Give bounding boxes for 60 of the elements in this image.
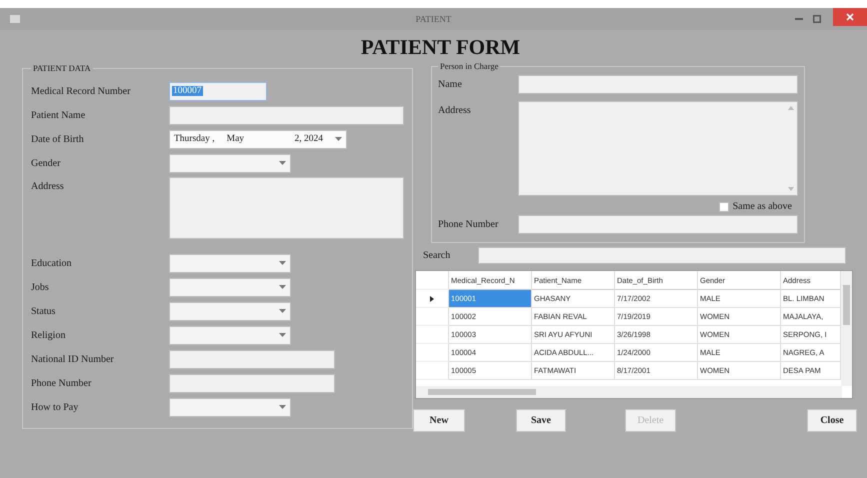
field-label: Gender — [31, 158, 62, 168]
window-icon — [10, 15, 20, 23]
dropdown-arrow-icon[interactable] — [279, 405, 286, 409]
dropdown-arrow-icon[interactable] — [279, 285, 286, 289]
dropdown[interactable] — [169, 326, 291, 344]
row-header[interactable] — [416, 308, 449, 326]
search-field[interactable] — [478, 247, 846, 264]
input-field[interactable] — [169, 106, 404, 124]
date-picker[interactable]: Thursday , May 2, 2024 — [169, 130, 347, 148]
input-field[interactable] — [169, 374, 335, 392]
current-row-icon — [430, 296, 434, 302]
field-label: How to Pay — [31, 402, 80, 412]
field-label: Address — [31, 180, 65, 192]
checkbox[interactable] — [718, 202, 729, 212]
scroll-down-icon[interactable] — [788, 187, 794, 191]
field-label: Patient Name — [31, 110, 86, 120]
search-label: Search — [423, 250, 452, 261]
dropdown-arrow-icon[interactable] — [279, 309, 286, 313]
dropdown[interactable] — [169, 254, 291, 272]
input-field[interactable] — [518, 75, 798, 94]
row-header[interactable] — [416, 344, 449, 362]
field-label: Jobs — [31, 282, 50, 292]
dropdown[interactable] — [169, 302, 291, 320]
field-label: Name — [438, 78, 463, 90]
row-header[interactable] — [416, 326, 449, 344]
field-label: Phone Number — [31, 378, 92, 388]
row-header[interactable] — [416, 362, 449, 380]
field-label: Medical Record Number — [31, 86, 132, 96]
group-title: Person in Charge — [439, 61, 500, 71]
dropdown-arrow-icon[interactable] — [279, 333, 286, 337]
scroll-up-icon[interactable] — [788, 106, 794, 110]
text-area[interactable] — [518, 101, 798, 196]
field-label: Date of Birth — [31, 134, 85, 144]
close-button[interactable]: Close — [807, 409, 857, 432]
close-icon[interactable] — [833, 8, 867, 26]
dropdown[interactable] — [169, 398, 291, 416]
checkbox-label: Same as above — [732, 201, 792, 212]
text-area[interactable] — [169, 177, 404, 239]
window-title: PATIENT — [414, 14, 452, 24]
maximize-icon[interactable] — [813, 15, 821, 23]
dropdown[interactable] — [169, 278, 291, 296]
dropdown-arrow-icon[interactable] — [335, 137, 342, 141]
field-label: Religion — [31, 330, 66, 340]
group-title: PATIENT DATA — [32, 63, 92, 73]
form-heading: PATIENT FORM — [360, 35, 522, 60]
field-label: Education — [31, 258, 73, 268]
dropdown[interactable] — [169, 154, 291, 172]
save-button[interactable]: Save — [516, 409, 566, 432]
field-label: Address — [438, 104, 472, 116]
new-button[interactable]: New — [413, 409, 465, 432]
dropdown-arrow-icon[interactable] — [279, 261, 286, 265]
input-field[interactable] — [169, 350, 335, 368]
vertical-scrollbar[interactable] — [841, 271, 852, 386]
field-label: National ID Number — [31, 354, 115, 364]
input-field[interactable] — [518, 215, 798, 234]
field-label: Status — [31, 306, 56, 316]
dropdown-arrow-icon[interactable] — [279, 161, 286, 165]
table-header-corner — [416, 271, 449, 290]
horizontal-scrollbar[interactable] — [416, 386, 842, 398]
field-label: Phone Number — [438, 218, 500, 230]
